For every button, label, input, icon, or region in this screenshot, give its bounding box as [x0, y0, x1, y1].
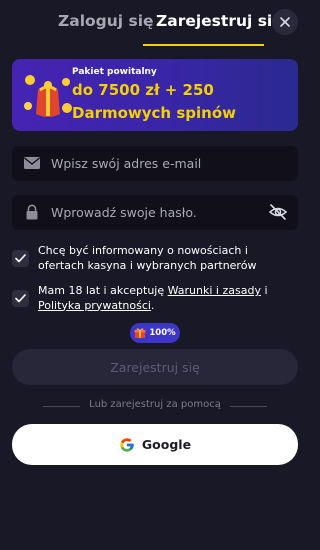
terms-prefix: Mam 18 lat i akceptuję	[38, 284, 168, 297]
terms-suffix: .	[150, 298, 155, 312]
gift-icon	[134, 328, 146, 338]
banner-subtitle: Pakiet powitalny	[72, 67, 157, 77]
welcome-bonus-banner: Pakiet powitalny do 7500 zł + 250 Darmow…	[12, 59, 298, 131]
progress-badge: 100%	[130, 323, 180, 343]
terms-consent-text: Mam 18 lat i akceptuję Warunki i zasady …	[38, 284, 293, 313]
register-submit-button[interactable]: Zarejestruj się	[12, 349, 298, 385]
google-icon	[120, 437, 134, 452]
divider-text: Lub zarejestruj za pomocą	[89, 399, 221, 410]
gift-bag-icon	[24, 75, 72, 117]
terms-link[interactable]: Warunki i zasady	[168, 284, 261, 297]
marketing-checkbox[interactable]	[12, 250, 29, 267]
password-field	[12, 195, 298, 230]
email-field	[12, 146, 298, 181]
check-icon	[15, 294, 26, 303]
progress-percent: 100%	[149, 328, 176, 338]
tab-register[interactable]: Zarejestruj się	[156, 12, 283, 30]
lock-icon	[26, 204, 38, 220]
email-input[interactable]	[51, 146, 271, 181]
privacy-link[interactable]: Polityka prywatności	[38, 299, 151, 312]
close-button[interactable]	[272, 9, 298, 35]
terms-middle: i	[260, 284, 268, 297]
active-tab-indicator	[143, 44, 264, 46]
eye-slash-icon[interactable]	[268, 202, 288, 222]
marketing-consent-text: Chcę być informowany o nowościach i ofer…	[38, 244, 257, 272]
check-icon	[15, 254, 26, 263]
banner-free-spins: Darmowych spinów	[72, 104, 236, 122]
tab-login[interactable]: Zaloguj się	[58, 12, 154, 30]
google-signin-button[interactable]: Google	[12, 424, 298, 465]
google-label: Google	[141, 437, 192, 452]
divider-line-right	[230, 406, 267, 407]
password-input[interactable]	[51, 195, 271, 230]
banner-bonus-amount: do 7500 zł + 250	[72, 81, 214, 99]
mail-icon	[24, 157, 40, 169]
terms-checkbox[interactable]	[12, 290, 29, 307]
close-icon	[280, 17, 290, 27]
auth-tabs: Zaloguj się Zarejestruj się	[0, 0, 310, 46]
